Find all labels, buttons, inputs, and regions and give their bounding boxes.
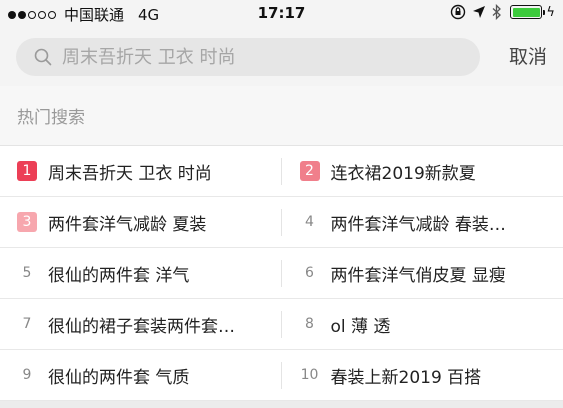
status-right: ϟ: [444, 4, 555, 20]
status-bar: 中国联通 4G 17:17 ϟ: [0, 0, 563, 28]
hot-row: 7 很仙的裙子套装两件套… 8 ol 薄 透: [0, 299, 563, 350]
hot-row: 5 很仙的两件套 洋气 6 两件套洋气俏皮夏 显瘦: [0, 248, 563, 299]
charging-bolt-icon: ϟ: [546, 4, 555, 20]
orientation-lock-icon: [451, 4, 466, 20]
battery-tip: [542, 9, 546, 15]
hot-item[interactable]: 2 连衣裙2019新款夏: [282, 146, 563, 196]
hot-term: 很仙的两件套 气质: [48, 367, 190, 388]
rank-badge: 2: [299, 161, 320, 181]
rank-number: 10: [300, 367, 319, 383]
rank-number: 8: [305, 316, 314, 332]
hot-item[interactable]: 10 春装上新2019 百搭: [282, 350, 563, 400]
hot-item[interactable]: 8 ol 薄 透: [282, 299, 563, 349]
hot-row: 3 两件套洋气减龄 夏装 4 两件套洋气减龄 春装…: [0, 197, 563, 248]
screen: 中国联通 4G 17:17 ϟ 周末吾折天 卫衣 时尚 取消 热门搜索 1 周末…: [0, 0, 563, 408]
search-icon: [34, 48, 52, 66]
hot-item[interactable]: 9 很仙的两件套 气质: [0, 350, 282, 400]
hot-item[interactable]: 6 两件套洋气俏皮夏 显瘦: [282, 248, 563, 298]
hot-item[interactable]: 4 两件套洋气减龄 春装…: [282, 197, 563, 247]
hot-term: 两件套洋气减龄 春装…: [330, 214, 506, 235]
rank-number: 5: [22, 265, 32, 281]
hot-term: 两件套洋气俏皮夏 显瘦: [330, 265, 506, 286]
search-input[interactable]: [62, 46, 462, 68]
hot-search-list: 1 周末吾折天 卫衣 时尚 2 连衣裙2019新款夏 3 两件套洋气减龄 夏装 …: [0, 146, 563, 401]
hot-term: ol 薄 透: [330, 316, 391, 337]
rank-number: 4: [305, 214, 314, 230]
rank-number: 7: [22, 316, 32, 332]
battery-level: [512, 7, 540, 17]
search-box[interactable]: [16, 38, 480, 76]
rank-number: 6: [305, 265, 314, 281]
hot-row: 9 很仙的两件套 气质 10 春装上新2019 百搭: [0, 350, 563, 401]
rank-badge: 3: [17, 212, 37, 232]
search-header: 取消: [0, 28, 563, 86]
hot-item[interactable]: 7 很仙的裙子套装两件套…: [0, 299, 282, 349]
battery-icon: [510, 5, 546, 19]
cancel-button[interactable]: 取消: [509, 42, 547, 69]
hot-term: 很仙的裙子套装两件套…: [48, 316, 235, 337]
hot-term: 很仙的两件套 洋气: [48, 265, 190, 286]
hot-item[interactable]: 1 周末吾折天 卫衣 时尚: [0, 146, 282, 196]
location-arrow-icon: [473, 6, 486, 18]
section-title: 热门搜索: [0, 86, 563, 146]
rank-badge: 1: [17, 161, 37, 181]
hot-term: 春装上新2019 百搭: [330, 367, 482, 388]
hot-term: 两件套洋气减龄 夏装: [48, 214, 207, 235]
hot-term: 连衣裙2019新款夏: [330, 163, 476, 184]
list-bottom-edge: [0, 401, 563, 408]
hot-item[interactable]: 3 两件套洋气减龄 夏装: [0, 197, 282, 247]
bluetooth-icon: [492, 4, 502, 20]
hot-row: 1 周末吾折天 卫衣 时尚 2 连衣裙2019新款夏: [0, 146, 563, 197]
hot-item[interactable]: 5 很仙的两件套 洋气: [0, 248, 282, 298]
rank-number: 9: [22, 367, 32, 383]
hot-term: 周末吾折天 卫衣 时尚: [48, 163, 212, 184]
